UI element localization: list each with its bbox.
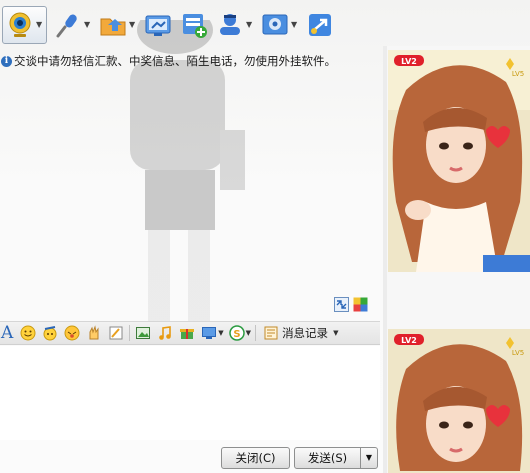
level-badge-top-right: LV5 xyxy=(512,70,524,78)
send-button[interactable]: 发送(S) xyxy=(294,447,361,469)
settings-button[interactable]: ▼ xyxy=(260,7,299,43)
self-portrait-image: LV2 LV5 xyxy=(388,329,530,473)
screenshot-dropdown-icon[interactable]: ▼ xyxy=(218,329,223,337)
settings-dropdown-icon[interactable]: ▼ xyxy=(291,10,299,40)
voice-button[interactable]: ▼ xyxy=(53,7,92,43)
file-transfer-button[interactable]: ▼ xyxy=(98,7,137,43)
level-badge-top: LV2 xyxy=(401,57,417,66)
microphone-icon xyxy=(56,14,77,38)
level-badge-bottom-right: LV5 xyxy=(512,349,524,357)
add-app-icon xyxy=(183,14,207,38)
file-transfer-dropdown-icon[interactable]: ▼ xyxy=(129,10,137,40)
gift-icon[interactable] xyxy=(179,325,195,341)
doodle-icon[interactable] xyxy=(108,325,124,341)
expand-icon[interactable] xyxy=(334,297,349,312)
screen-share-button[interactable] xyxy=(143,7,173,43)
svg-text:S: S xyxy=(233,329,240,340)
remote-assist-icon xyxy=(309,14,331,36)
bottom-action-bar: 关闭(C) 发送(S) ▼ xyxy=(0,443,383,473)
nudge-icon[interactable] xyxy=(64,325,80,341)
hand-wave-icon[interactable] xyxy=(86,325,102,341)
group-chat-icon xyxy=(220,14,240,35)
group-chat-dropdown-icon[interactable]: ▼ xyxy=(246,10,254,40)
webcam-button[interactable]: ▼ xyxy=(2,6,47,44)
group-chat-button[interactable]: ▼ xyxy=(215,7,254,43)
send-image-icon[interactable] xyxy=(135,325,151,341)
screenshot-icon[interactable] xyxy=(201,325,217,341)
color-palette-icon[interactable] xyxy=(353,297,368,312)
close-button[interactable]: 关闭(C) xyxy=(221,447,290,469)
send-options-dropdown-icon[interactable]: ▼ xyxy=(360,447,378,469)
history-icon xyxy=(264,326,278,340)
webcam-icon xyxy=(9,12,31,37)
app-button[interactable] xyxy=(179,7,209,43)
level-badge-bottom: LV2 xyxy=(401,336,417,345)
chat-history-area[interactable] xyxy=(0,72,383,320)
security-notice-text: 交谈中请勿轻信汇款、中奖信息、陌生电话，勿使用外挂软件。 xyxy=(14,54,336,68)
top-toolbar: ▼ ▼ ▼ ▼ ▼ xyxy=(0,0,383,50)
folder-share-icon xyxy=(100,18,126,36)
tenpay-dropdown-icon[interactable]: ▼ xyxy=(246,329,251,337)
voice-dropdown-icon[interactable]: ▼ xyxy=(84,10,92,40)
toolbar-separator xyxy=(129,325,131,341)
font-icon[interactable]: A xyxy=(1,323,13,343)
remote-assist-button[interactable] xyxy=(305,7,335,43)
screen-share-icon xyxy=(145,15,171,36)
tenpay-icon[interactable]: S xyxy=(228,325,245,341)
toolbar-separator-2 xyxy=(255,325,257,341)
chat-area-corner-icons xyxy=(334,297,368,312)
self-show-avatar[interactable]: LV2 LV5 xyxy=(388,329,530,473)
webcam-dropdown-icon[interactable]: ▼ xyxy=(36,10,44,40)
settings-icon xyxy=(262,14,288,35)
format-toolbar: A ▼ S ▼ 消息记录 ▼ xyxy=(0,321,380,345)
message-history-label: 消息记录 xyxy=(282,326,329,340)
contact-show-avatar[interactable]: LV2 LV5 xyxy=(388,50,530,272)
security-notice: i 交谈中请勿轻信汇款、中奖信息、陌生电话，勿使用外挂软件。 xyxy=(0,53,383,69)
emoji-icon[interactable] xyxy=(20,325,36,341)
music-icon[interactable] xyxy=(157,325,173,341)
panel-divider[interactable] xyxy=(383,46,387,473)
message-history-button[interactable]: 消息记录 ▼ xyxy=(260,325,340,341)
contact-portrait-image: LV2 LV5 xyxy=(388,50,530,272)
magic-emoji-icon[interactable] xyxy=(42,325,58,341)
info-icon: i xyxy=(1,55,12,67)
message-input[interactable] xyxy=(0,346,380,440)
history-dropdown-icon[interactable]: ▼ xyxy=(333,329,338,337)
